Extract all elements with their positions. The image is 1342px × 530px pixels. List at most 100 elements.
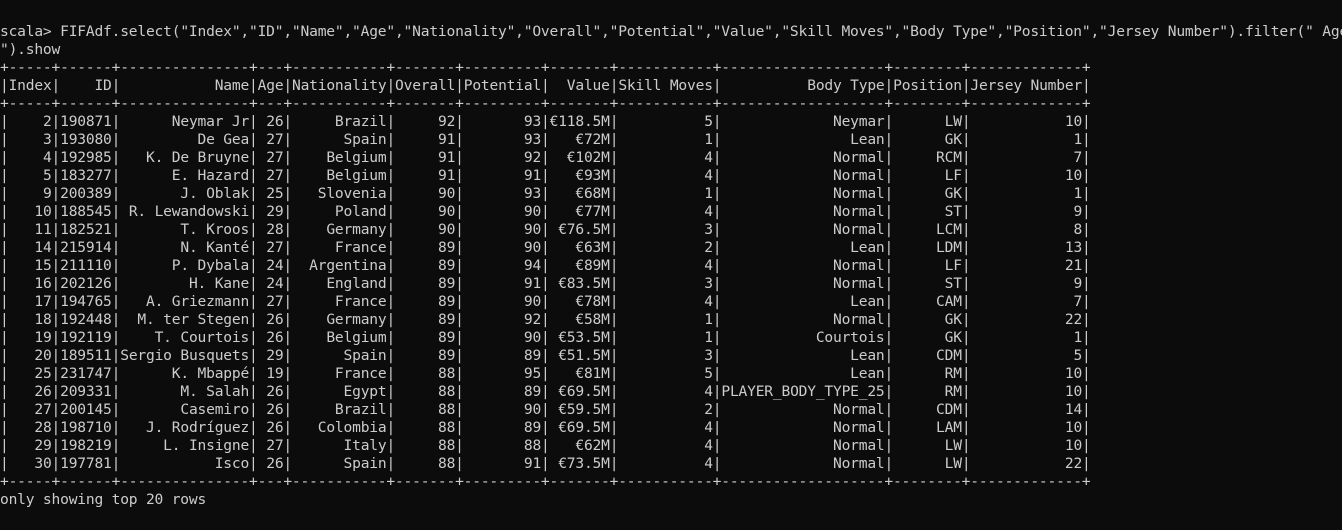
table-cell: 200145 [60, 401, 112, 418]
table-cell: 1 [618, 131, 713, 148]
column-header: ID [60, 77, 112, 94]
table-cell: Normal [721, 257, 885, 274]
table-cell: 3 [618, 275, 713, 292]
table-cell: LDM [893, 239, 962, 256]
footer-message: only showing top 20 rows [0, 491, 207, 508]
table-cell: 10 [970, 167, 1083, 184]
terminal-window[interactable]: scala> FIFAdf.select("Index","ID","Name"… [0, 0, 1342, 509]
table-cell: Lean [721, 239, 885, 256]
table-cell: 88 [395, 401, 456, 418]
table-cell: 3 [618, 221, 713, 238]
table-cell: 30 [8, 455, 52, 472]
table-cell: Casemiro [120, 401, 250, 418]
table-cell: 10 [970, 419, 1083, 436]
table-cell: Normal [721, 401, 885, 418]
table-cell: Normal [721, 149, 885, 166]
table-cell: 91 [395, 167, 456, 184]
table-cell: 94 [463, 257, 542, 274]
table-cell: 16 [8, 275, 52, 292]
table-cell: 3 [8, 131, 52, 148]
table-cell: 89 [463, 383, 542, 400]
table-cell: Slovenia [292, 185, 387, 202]
table-cell: 4 [8, 149, 52, 166]
table-row: | 18|192448| M. ter Stegen| 26| Germany|… [0, 311, 1091, 328]
table-cell: 88 [395, 455, 456, 472]
table-cell: 88 [395, 419, 456, 436]
column-header: Nationality [292, 77, 387, 94]
table-cell: 192448 [60, 311, 112, 328]
table-cell: LW [893, 437, 962, 454]
table-cell: 91 [463, 167, 542, 184]
table-cell: 193080 [60, 131, 112, 148]
prompt: scala> [0, 23, 61, 40]
table-cell: 26 [257, 113, 284, 130]
table-cell: 5 [970, 347, 1083, 364]
table-cell: 27 [257, 293, 284, 310]
table-cell: 4 [618, 203, 713, 220]
table-cell: 25 [257, 185, 284, 202]
table-cell: €83.5M [549, 275, 610, 292]
table-cell: Germany [292, 311, 387, 328]
column-header: Name [120, 77, 250, 94]
table-cell: 5 [618, 113, 713, 130]
table-cell: 9 [970, 275, 1083, 292]
table-cell: Colombia [292, 419, 387, 436]
table-border-header: +-----+------+---------------+---+------… [0, 95, 1091, 112]
command-text: FIFAdf.select("Index","ID","Name","Age",… [60, 23, 1342, 40]
table-cell: 27 [257, 239, 284, 256]
table-cell: E. Hazard [120, 167, 250, 184]
table-cell: T. Kroos [120, 221, 250, 238]
table-cell: Argentina [292, 257, 387, 274]
table-cell: 90 [395, 185, 456, 202]
table-cell: 2 [618, 401, 713, 418]
table-cell: P. Dybala [120, 257, 250, 274]
command-continuation: ").show [0, 41, 61, 58]
table-cell: 1 [970, 329, 1083, 346]
table-cell: ST [893, 203, 962, 220]
table-cell: Belgium [292, 167, 387, 184]
table-cell: 4 [618, 383, 713, 400]
table-cell: L. Insigne [120, 437, 250, 454]
table-cell: Normal [721, 167, 885, 184]
table-cell: Normal [721, 455, 885, 472]
table-cell: Courtois [721, 329, 885, 346]
command-line: scala> FIFAdf.select("Index","ID","Name"… [0, 23, 1342, 41]
table-row: | 17|194765| A. Griezmann| 27| France| 8… [0, 293, 1091, 310]
table-cell: 20 [8, 347, 52, 364]
table-cell: France [292, 239, 387, 256]
table-cell: N. Kanté [120, 239, 250, 256]
table-cell: €62M [549, 437, 610, 454]
table-cell: J. Rodríguez [120, 419, 250, 436]
table-cell: 27 [8, 401, 52, 418]
table-cell: 2 [618, 239, 713, 256]
table-cell: 93 [463, 113, 542, 130]
column-header: Skill Moves [618, 77, 713, 94]
table-cell: 211110 [60, 257, 112, 274]
table-cell: Spain [292, 455, 387, 472]
table-cell: €69.5M [549, 419, 610, 436]
table-cell: 88 [463, 437, 542, 454]
table-cell: 192119 [60, 329, 112, 346]
table-cell: 231747 [60, 365, 112, 382]
table-cell: 18 [8, 311, 52, 328]
table-cell: 19 [257, 365, 284, 382]
table-cell: 1 [970, 131, 1083, 148]
table-cell: 182521 [60, 221, 112, 238]
table-cell: 10 [970, 113, 1083, 130]
table-cell: 29 [257, 203, 284, 220]
table-cell: 1 [618, 329, 713, 346]
table-cell: 10 [8, 203, 52, 220]
table-cell: ST [893, 275, 962, 292]
table-cell: 9 [8, 185, 52, 202]
table-cell: 90 [463, 293, 542, 310]
table-cell: 26 [8, 383, 52, 400]
table-cell: 27 [257, 167, 284, 184]
table-cell: PLAYER_BODY_TYPE_25 [721, 383, 885, 400]
table-cell: 92 [463, 149, 542, 166]
table-row: | 11|182521| T. Kroos| 28| Germany| 90| … [0, 221, 1091, 238]
table-cell: 92 [395, 113, 456, 130]
table-cell: GK [893, 329, 962, 346]
table-cell: 29 [257, 347, 284, 364]
table-cell: H. Kane [120, 275, 250, 292]
table-cell: Spain [292, 131, 387, 148]
